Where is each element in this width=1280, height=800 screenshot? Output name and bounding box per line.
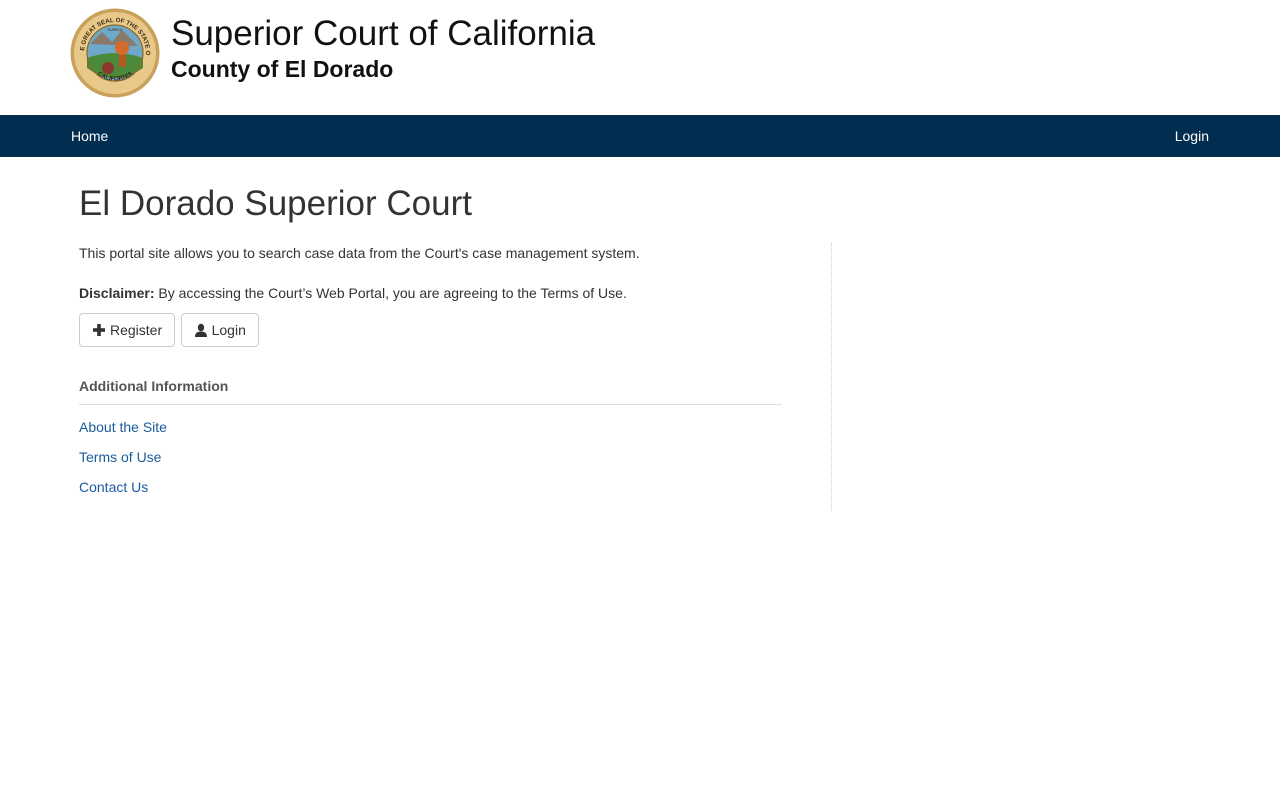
- site-subtitle: County of El Dorado: [171, 56, 394, 82]
- about-site-link[interactable]: About the Site: [79, 419, 167, 435]
- disclaimer-text: By accessing the Court’s Web Portal, you…: [154, 285, 627, 301]
- column-divider: [831, 243, 832, 511]
- nav-login-link[interactable]: Login: [1175, 115, 1209, 157]
- list-item: About the Site: [79, 415, 782, 445]
- seal-motto: EUREKA: [108, 28, 123, 32]
- left-column: This portal site allows you to search ca…: [79, 243, 782, 505]
- register-button-label: Register: [110, 322, 163, 338]
- additional-info-heading: Additional Information: [79, 376, 782, 405]
- site-header: THE GREAT SEAL OF THE STATE OF CALIFORNI…: [0, 0, 1280, 115]
- additional-links: About the Site Terms of Use Contact Us: [79, 415, 782, 505]
- login-button-label: Login: [211, 322, 246, 338]
- action-buttons: Register Login: [79, 313, 782, 347]
- terms-of-use-link[interactable]: Terms of Use: [79, 449, 161, 465]
- list-item: Terms of Use: [79, 445, 782, 475]
- list-item: Contact Us: [79, 475, 782, 505]
- disclaimer-label: Disclaimer:: [79, 285, 155, 301]
- contact-us-link[interactable]: Contact Us: [79, 479, 148, 495]
- user-icon: [194, 323, 207, 337]
- register-button[interactable]: Register: [79, 313, 176, 347]
- top-navbar: Home Login: [0, 115, 1280, 157]
- main-content: El Dorado Superior Court This portal sit…: [0, 157, 1280, 800]
- nav-home-link[interactable]: Home: [71, 115, 108, 157]
- plus-icon: [93, 324, 105, 336]
- california-seal-logo: THE GREAT SEAL OF THE STATE OF CALIFORNI…: [70, 8, 160, 98]
- intro-text: This portal site allows you to search ca…: [79, 245, 640, 261]
- disclaimer: Disclaimer: By accessing the Court’s Web…: [79, 283, 782, 303]
- login-button[interactable]: Login: [180, 313, 259, 347]
- site-title: Superior Court of California: [171, 14, 596, 53]
- page-title: El Dorado Superior Court: [79, 184, 472, 223]
